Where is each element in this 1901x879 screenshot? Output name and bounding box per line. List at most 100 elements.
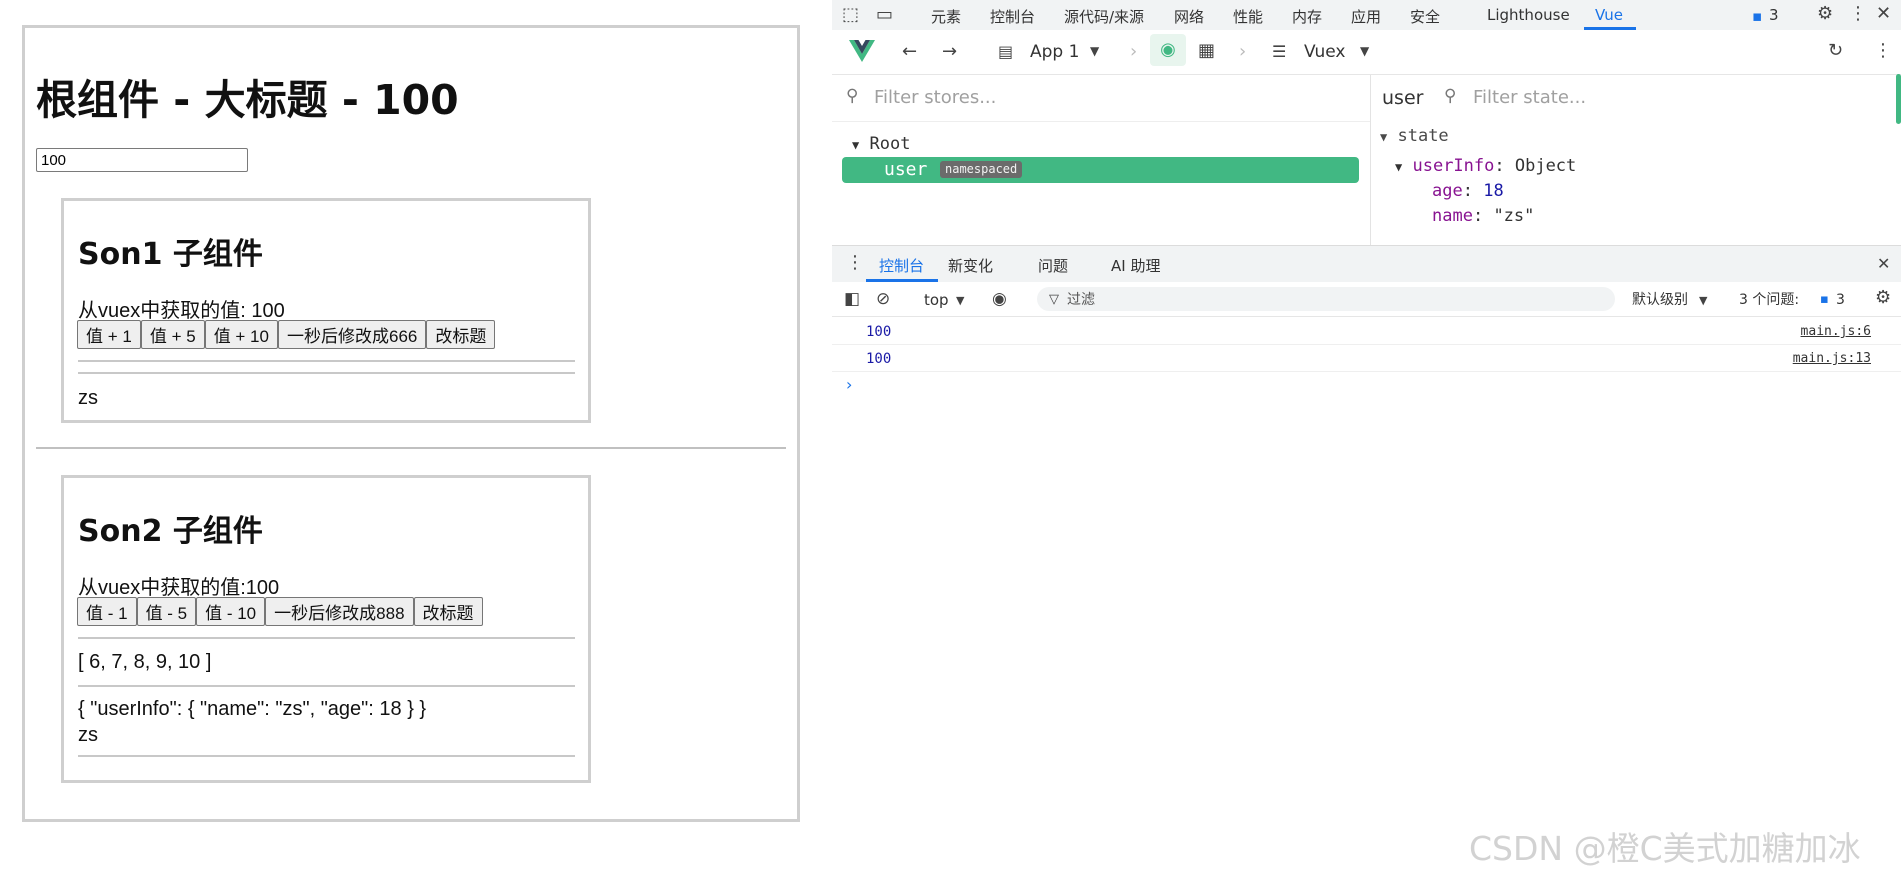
- console-log-row: 100 main.js:6: [832, 318, 1901, 345]
- tree-expand-arrow-icon[interactable]: ▼: [852, 138, 859, 152]
- son2-button-row: 值 - 1 值 - 5 值 - 10 一秒后修改成888 改标题: [77, 597, 483, 626]
- son1-add-1-button[interactable]: 值 + 1: [77, 320, 141, 349]
- tree-item-user[interactable]: user namespaced: [842, 157, 1359, 183]
- root-title: 根组件 - 大标题 - 100: [36, 76, 459, 124]
- state-section-header[interactable]: ▼ state: [1380, 126, 1449, 146]
- userinfo-expand-arrow-icon[interactable]: ▼: [1395, 160, 1402, 174]
- son2-sub-1-button[interactable]: 值 - 1: [77, 597, 137, 626]
- son2-sub-5-button[interactable]: 值 - 5: [136, 597, 197, 626]
- context-chevron-down-icon[interactable]: ▼: [956, 291, 964, 311]
- son1-vuex-value: 从vuex中获取的值: 100: [78, 300, 285, 322]
- log-value: 100: [866, 351, 892, 367]
- store-selector-label[interactable]: Vuex: [1304, 42, 1345, 62]
- drawer-menu-icon[interactable]: ⋮: [846, 253, 864, 273]
- clear-console-icon[interactable]: ⊘: [876, 289, 890, 309]
- vue-more-options-icon[interactable]: ⋮: [1874, 41, 1892, 61]
- state-name-row[interactable]: name: "zs": [1432, 206, 1534, 226]
- app-document-icon: ▤: [998, 42, 1014, 61]
- tab-console[interactable]: 控制台: [990, 6, 1035, 27]
- state-age-row[interactable]: age: 18: [1432, 181, 1504, 201]
- stores-header-divider: [832, 121, 1370, 122]
- son1-title: Son1 子组件: [78, 237, 263, 272]
- inspect-element-icon[interactable]: ⬚: [842, 5, 859, 25]
- toolbar-separator-icon: ›: [1239, 41, 1247, 62]
- console-issues-chat-icon[interactable]: ▪: [1820, 290, 1829, 310]
- userinfo-type: Object: [1514, 156, 1577, 176]
- son2-set-888-button[interactable]: 一秒后修改成888: [265, 597, 414, 626]
- tab-elements[interactable]: 元素: [931, 6, 961, 27]
- app-selector-chevron-down-icon[interactable]: ▼: [1090, 41, 1099, 61]
- tab-lighthouse[interactable]: Lighthouse: [1487, 6, 1570, 24]
- selected-module-label: user: [1382, 87, 1424, 109]
- pane-divider: [1370, 75, 1371, 245]
- context-selector[interactable]: top: [924, 290, 949, 310]
- console-settings-gear-icon[interactable]: ⚙: [1875, 288, 1891, 308]
- tab-application[interactable]: 应用: [1351, 6, 1381, 27]
- son2-name-text: zs: [78, 724, 98, 746]
- tree-user-label: user: [884, 159, 928, 180]
- state-filter-input[interactable]: Filter state...: [1473, 87, 1586, 108]
- son2-json-text: { "userInfo": { "name": "zs", "age": 18 …: [78, 698, 427, 720]
- tab-security[interactable]: 安全: [1410, 6, 1440, 27]
- tab-network[interactable]: 网络: [1174, 6, 1204, 27]
- age-key: age: [1432, 181, 1463, 201]
- device-toolbar-icon[interactable]: ▭: [876, 5, 893, 25]
- console-filter-placeholder: 过滤: [1067, 292, 1095, 308]
- store-selector-chevron-down-icon[interactable]: ▼: [1360, 41, 1369, 61]
- toolbar-separator-icon: ›: [1130, 41, 1138, 62]
- stores-filter-input[interactable]: Filter stores...: [874, 87, 996, 108]
- console-filter-input[interactable]: ▽ 过滤: [1037, 287, 1615, 311]
- vuex-store-icon: ☰: [1272, 42, 1287, 61]
- devtools-tabbar: ⬚ ▭ 元素 控制台 源代码/来源 网络 性能 内存 应用 安全 Lightho…: [832, 0, 1901, 30]
- csdn-watermark: CSDN @橙C美式加糖加冰: [1469, 829, 1861, 868]
- age-value: 18: [1483, 181, 1504, 201]
- app-selector-label[interactable]: App 1: [1030, 42, 1079, 62]
- son1-change-title-button[interactable]: 改标题: [426, 320, 496, 349]
- drawer-tab-ai-assistant[interactable]: AI 助理: [1111, 255, 1160, 276]
- tab-memory[interactable]: 内存: [1292, 6, 1322, 27]
- drawer-tab-changes[interactable]: 新变化: [948, 255, 993, 276]
- sidebar-toggle-icon[interactable]: ◧: [844, 289, 860, 309]
- tree-root-item[interactable]: ▼ Root: [852, 134, 910, 154]
- log-source-link[interactable]: main.js:6: [1801, 324, 1871, 339]
- son1-add-10-button[interactable]: 值 + 10: [204, 320, 278, 349]
- state-section-label: state: [1397, 126, 1449, 146]
- issues-count[interactable]: 3: [1769, 6, 1779, 24]
- son2-divider: [78, 685, 575, 687]
- son1-name-text: zs: [78, 387, 98, 409]
- settings-gear-icon[interactable]: ⚙: [1817, 4, 1833, 24]
- log-source-link[interactable]: main.js:13: [1793, 351, 1871, 366]
- close-devtools-icon[interactable]: ✕: [1876, 4, 1891, 24]
- drawer-tab-console[interactable]: 控制台: [879, 255, 924, 276]
- son1-set-666-button[interactable]: 一秒后修改成666: [277, 320, 427, 349]
- son1-add-5-button[interactable]: 值 + 5: [140, 320, 205, 349]
- components-compass-icon[interactable]: ◉: [1150, 34, 1186, 66]
- forward-arrow-icon[interactable]: →: [942, 42, 957, 62]
- log-level-chevron-down-icon[interactable]: ▼: [1699, 291, 1707, 311]
- userinfo-key: userInfo: [1412, 156, 1495, 176]
- filter-funnel-icon: ▽: [1049, 292, 1059, 307]
- son2-change-title-button[interactable]: 改标题: [413, 597, 483, 626]
- tab-sources[interactable]: 源代码/来源: [1064, 6, 1144, 27]
- refresh-icon[interactable]: ↻: [1828, 41, 1843, 61]
- back-arrow-icon[interactable]: ←: [902, 42, 917, 62]
- son1-component: Son1 子组件 从vuex中获取的值: 100 值 + 1 值 + 5 值 +…: [61, 198, 591, 423]
- state-userinfo-row[interactable]: ▼ userInfo: Object: [1395, 156, 1576, 176]
- root-value-input[interactable]: [36, 148, 248, 172]
- live-expression-eye-icon[interactable]: ◉: [992, 289, 1007, 309]
- console-issues-count[interactable]: 3: [1836, 290, 1845, 310]
- tab-vue[interactable]: Vue: [1595, 6, 1623, 24]
- console-issues-text[interactable]: 3 个问题:: [1739, 290, 1799, 310]
- drawer-tab-issues[interactable]: 问题: [1038, 255, 1068, 276]
- son2-sub-10-button[interactable]: 值 - 10: [196, 597, 266, 626]
- console-prompt-icon[interactable]: ›: [846, 375, 852, 395]
- close-drawer-icon[interactable]: ✕: [1877, 254, 1890, 274]
- state-collapse-arrow-icon[interactable]: ▼: [1380, 130, 1387, 144]
- state-scrollbar[interactable]: [1896, 74, 1901, 124]
- more-options-icon[interactable]: ⋮: [1849, 4, 1867, 24]
- issues-chat-icon[interactable]: ▪: [1752, 6, 1762, 26]
- log-level-selector[interactable]: 默认级别: [1632, 290, 1688, 310]
- timeline-icon[interactable]: ▦: [1198, 41, 1215, 61]
- main-divider: [36, 447, 786, 449]
- tab-performance[interactable]: 性能: [1233, 6, 1263, 27]
